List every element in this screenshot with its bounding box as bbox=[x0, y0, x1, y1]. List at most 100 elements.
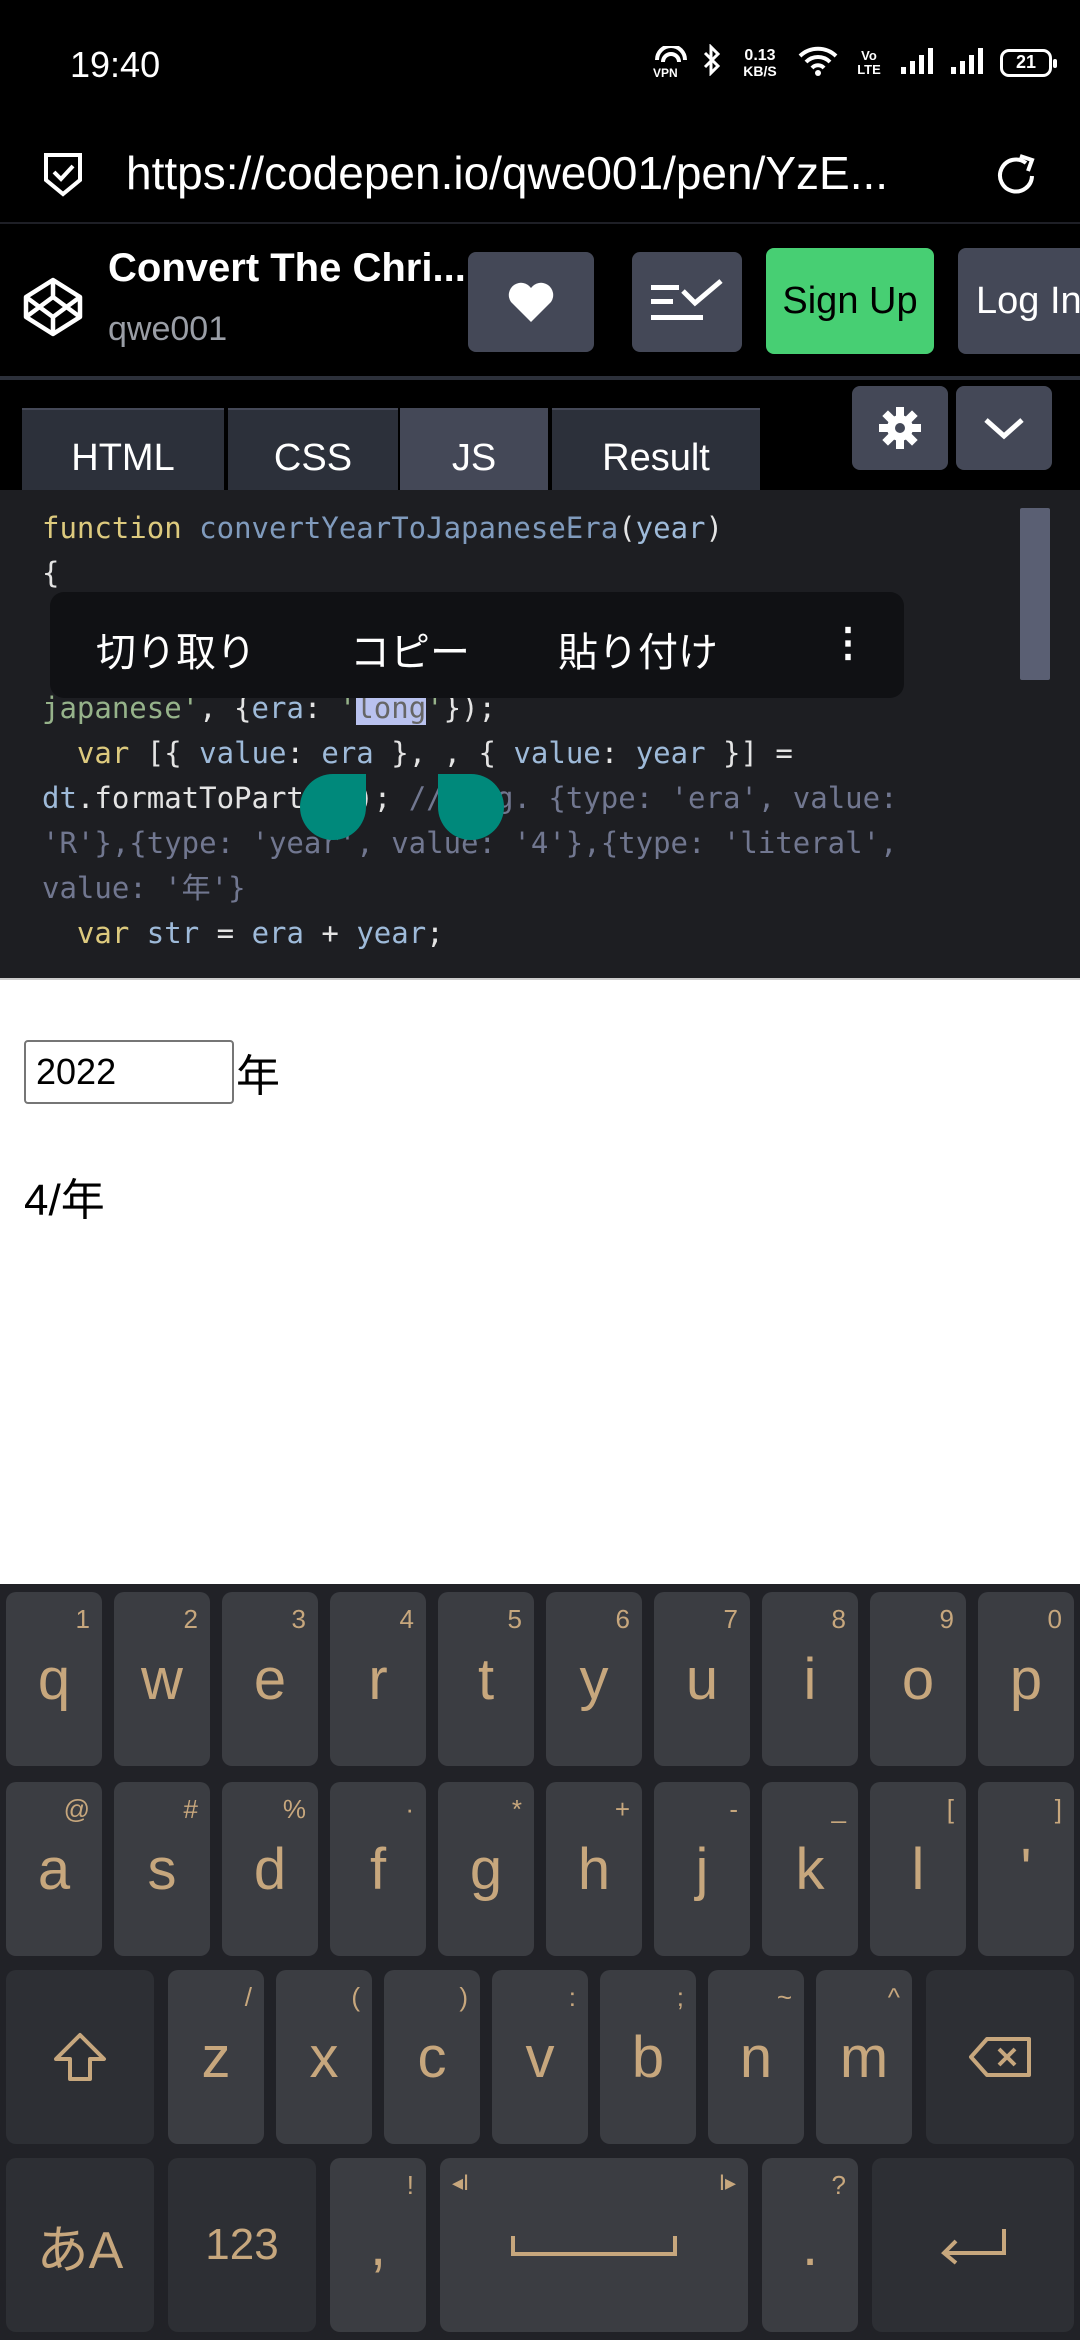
more-options-button[interactable]: ⋮ bbox=[828, 620, 868, 666]
key-o[interactable]: o9 bbox=[870, 1592, 966, 1766]
key-label: x bbox=[309, 2024, 339, 2090]
network-speed: 0.13 KB/S bbox=[736, 47, 784, 78]
key-j[interactable]: j- bbox=[654, 1782, 750, 1956]
key-alt-label: + bbox=[614, 1794, 630, 1824]
wifi-icon bbox=[798, 44, 838, 81]
key-q[interactable]: q1 bbox=[6, 1592, 102, 1766]
pen-menu-button[interactable] bbox=[632, 252, 742, 352]
code-line-10: var str = era + year; bbox=[76, 916, 444, 950]
key-i[interactable]: i8 bbox=[762, 1592, 858, 1766]
login-button[interactable]: Log In bbox=[958, 248, 1080, 354]
status-bar: 19:40 VPN 0.13 KB/S Vo LTE 21 bbox=[0, 0, 1080, 130]
key-label: s bbox=[147, 1836, 177, 1902]
key-label: e bbox=[253, 1646, 287, 1712]
pen-title: Convert The Chri... bbox=[108, 246, 466, 290]
like-button[interactable] bbox=[468, 252, 594, 352]
key-g[interactable]: g * bbox=[438, 1782, 534, 1956]
key-label: o bbox=[901, 1646, 935, 1712]
key-label: g bbox=[469, 1836, 503, 1902]
settings-button[interactable] bbox=[852, 386, 948, 470]
language-key[interactable]: あA bbox=[6, 2158, 154, 2332]
key-label: f bbox=[369, 1836, 387, 1902]
key-alt-label: 8 bbox=[831, 1604, 846, 1634]
pen-author[interactable]: qwe001 bbox=[108, 310, 227, 349]
key-p[interactable]: p0 bbox=[978, 1592, 1074, 1766]
key-s[interactable]: s # bbox=[114, 1782, 210, 1956]
list-check-icon bbox=[651, 279, 723, 320]
backspace-key[interactable] bbox=[926, 1970, 1074, 2144]
key-label: c bbox=[417, 2024, 447, 2090]
status-time: 19:40 bbox=[70, 44, 161, 85]
cut-button[interactable]: 切り取り bbox=[96, 620, 256, 678]
key-label: v bbox=[525, 2024, 555, 2090]
enter-key[interactable] bbox=[872, 2158, 1074, 2332]
key-alt-label: 5 bbox=[507, 1604, 522, 1634]
key-label: y bbox=[579, 1646, 609, 1712]
key-alt-label: 0 bbox=[1047, 1604, 1062, 1634]
volte-label: Vo LTE bbox=[857, 47, 881, 77]
key-alt-label: ^ bbox=[887, 1982, 900, 2012]
collapse-button[interactable] bbox=[956, 386, 1052, 470]
comma-key[interactable]: , ! bbox=[330, 2158, 426, 2332]
key-h[interactable]: h + bbox=[546, 1782, 642, 1956]
signup-button[interactable]: Sign Up bbox=[766, 248, 934, 354]
gear-icon bbox=[879, 407, 921, 449]
key-e[interactable]: e3 bbox=[222, 1592, 318, 1766]
key-k[interactable]: k _ bbox=[762, 1782, 858, 1956]
shift-key[interactable] bbox=[6, 1970, 154, 2144]
period-key-alt: ? bbox=[831, 2170, 846, 2200]
key-c[interactable]: c) bbox=[384, 1970, 480, 2144]
key-y[interactable]: y6 bbox=[546, 1592, 642, 1766]
js-code-editor[interactable]: function convertYearToJapaneseEra(year) … bbox=[0, 490, 1080, 978]
site-security-icon[interactable] bbox=[42, 150, 84, 198]
key-apostrophe[interactable]: '] bbox=[978, 1782, 1074, 1956]
code-scrollbar[interactable] bbox=[1020, 508, 1050, 680]
key-v[interactable]: v: bbox=[492, 1970, 588, 2144]
key-r[interactable]: r4 bbox=[330, 1592, 426, 1766]
key-label: h bbox=[577, 1836, 611, 1902]
paste-button[interactable]: 貼り付け bbox=[558, 620, 718, 678]
key-x[interactable]: x( bbox=[276, 1970, 372, 2144]
year-suffix-label: 年 bbox=[236, 1052, 280, 1101]
url-text[interactable]: https://codepen.io/qwe001/pen/YzE... bbox=[126, 146, 946, 200]
codepen-logo-icon[interactable] bbox=[20, 274, 86, 340]
vpn-icon: VPN bbox=[653, 43, 688, 80]
period-key-label: . bbox=[801, 2212, 819, 2278]
key-alt-label: * bbox=[511, 1794, 522, 1824]
key-b[interactable]: b; bbox=[600, 1970, 696, 2144]
key-a[interactable]: a @ bbox=[6, 1782, 102, 1956]
key-alt-label: _ bbox=[831, 1794, 846, 1824]
selection-end-handle[interactable] bbox=[438, 774, 504, 840]
key-f[interactable]: f · bbox=[330, 1782, 426, 1956]
status-icons: VPN 0.13 KB/S Vo LTE 21 bbox=[653, 43, 1057, 81]
key-label: l bbox=[911, 1836, 925, 1902]
browser-url-bar: https://codepen.io/qwe001/pen/YzE... bbox=[0, 130, 1080, 222]
battery-icon: 21 bbox=[1000, 48, 1057, 77]
key-u[interactable]: u7 bbox=[654, 1592, 750, 1766]
result-pane: 2022 年 4/年 bbox=[0, 978, 1080, 1584]
key-t[interactable]: t5 bbox=[438, 1592, 534, 1766]
key-z[interactable]: z / bbox=[168, 1970, 264, 2144]
reload-icon[interactable] bbox=[990, 150, 1042, 202]
key-alt-label: 1 bbox=[75, 1604, 90, 1634]
numbers-key[interactable]: 123 bbox=[168, 2158, 316, 2332]
key-w[interactable]: w2 bbox=[114, 1592, 210, 1766]
key-d[interactable]: d% bbox=[222, 1782, 318, 1956]
key-label: k bbox=[795, 1836, 825, 1902]
key-l[interactable]: l[ bbox=[870, 1782, 966, 1956]
space-icon bbox=[511, 2236, 677, 2256]
space-key[interactable]: ◂I I▸ bbox=[440, 2158, 748, 2332]
editor-tabs-bar: HTML CSS JS Result bbox=[0, 384, 1080, 506]
copy-button[interactable]: コピー bbox=[350, 620, 470, 678]
key-n[interactable]: n ~ bbox=[708, 1970, 804, 2144]
selection-start-handle[interactable] bbox=[300, 774, 366, 840]
period-key[interactable]: . ? bbox=[762, 2158, 858, 2332]
key-m[interactable]: m ^ bbox=[816, 1970, 912, 2144]
key-alt-label: ) bbox=[459, 1982, 468, 2012]
era-output: 4/年 bbox=[24, 1176, 105, 1225]
vpn-label: VPN bbox=[653, 65, 678, 80]
language-key-label: あA bbox=[36, 2221, 124, 2280]
year-input[interactable]: 2022 bbox=[24, 1040, 234, 1104]
key-alt-label: [ bbox=[946, 1794, 954, 1824]
key-alt-label: ] bbox=[1054, 1794, 1062, 1824]
